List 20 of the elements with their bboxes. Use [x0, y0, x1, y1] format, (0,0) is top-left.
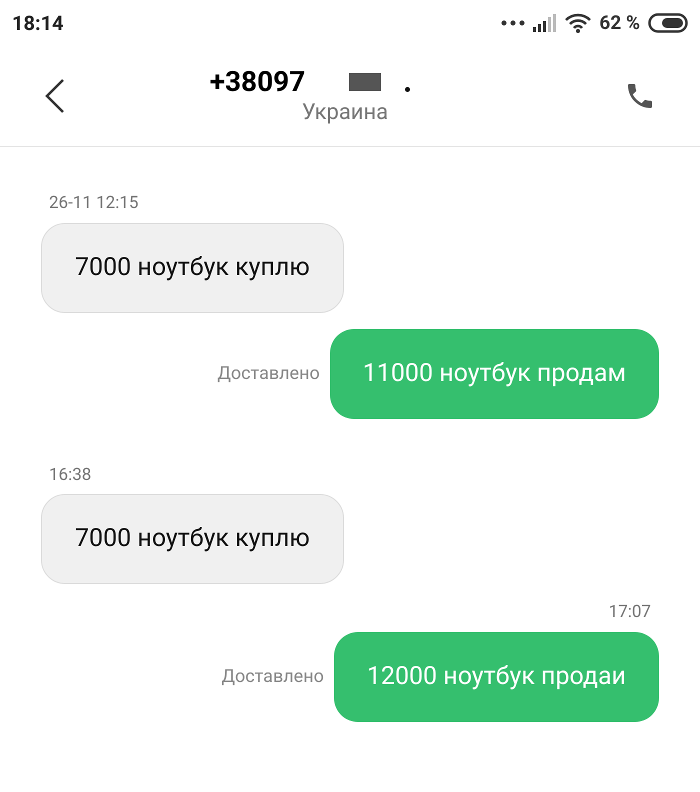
redaction-dot — [405, 86, 410, 92]
contact-country: Украина — [302, 99, 388, 127]
message-time: 17:07 — [608, 601, 651, 624]
signal-icon — [533, 14, 558, 32]
message-time: 16:38 — [49, 464, 92, 486]
message-time: 26-11 12:15 — [49, 192, 138, 215]
received-message-bubble: 7000 ноутбук куплю — [41, 222, 344, 312]
received-message-bubble: 7000 ноутбук куплю — [41, 494, 344, 584]
delivery-status: Доставлено — [217, 362, 320, 386]
battery-percent: 62 % — [599, 10, 640, 36]
redaction-mark — [349, 73, 382, 91]
status-time: 18:14 — [12, 10, 64, 37]
contact-number: +38097 — [210, 65, 306, 99]
back-icon[interactable] — [44, 78, 66, 114]
battery-icon — [648, 13, 688, 33]
wifi-icon — [565, 13, 592, 33]
more-icon — [501, 20, 526, 26]
sent-message-bubble: 12000 ноутбук продаи — [334, 632, 659, 722]
delivery-status: Доставлено — [221, 665, 324, 689]
sent-message-bubble: 11000 ноутбук продам — [330, 328, 659, 418]
